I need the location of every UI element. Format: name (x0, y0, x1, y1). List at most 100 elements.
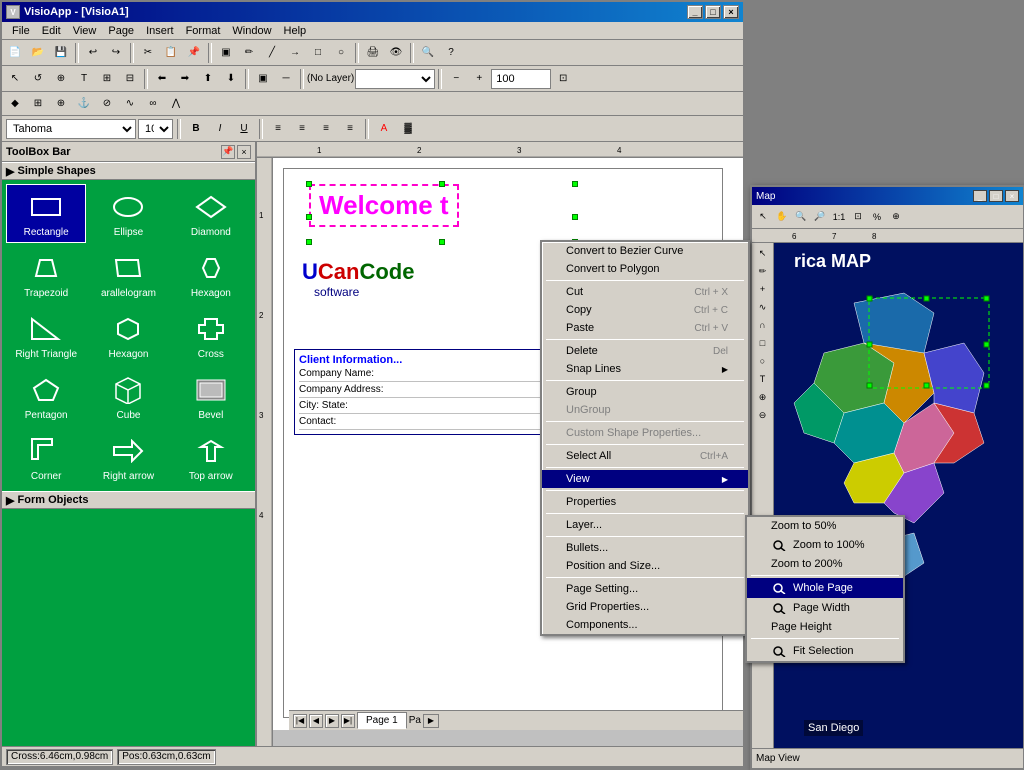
align-right-text-icon[interactable]: ≡ (315, 118, 337, 140)
bold-icon[interactable]: B (185, 118, 207, 140)
group-icon[interactable]: ⊞ (96, 68, 118, 90)
shape-cube[interactable]: Cube (88, 367, 168, 426)
cm-components[interactable]: Components... (542, 616, 748, 634)
menu-page[interactable]: Page (102, 24, 140, 38)
preview-icon[interactable]: 👁 (385, 42, 407, 64)
page-first-button[interactable]: |◀ (293, 714, 307, 728)
fill-icon[interactable]: ▣ (252, 68, 274, 90)
map-side-pen[interactable]: ✏ (755, 263, 771, 279)
italic-icon[interactable]: I (209, 118, 231, 140)
bezier-icon[interactable]: ∞ (142, 93, 164, 115)
map-side-zoom-out[interactable]: ⊖ (755, 407, 771, 423)
zoom-input[interactable] (491, 69, 551, 89)
shape-trapezoid[interactable]: Trapezoid (6, 245, 86, 304)
map-close-button[interactable]: × (1005, 190, 1019, 202)
rotate-icon[interactable]: ↺ (27, 68, 49, 90)
anchor-icon[interactable]: ⚓ (73, 93, 95, 115)
font-family-select[interactable]: Tahoma (6, 119, 136, 139)
map-side-text[interactable]: T (755, 371, 771, 387)
map-zoom-out-icon[interactable]: 🔎 (811, 208, 829, 226)
handle-tm[interactable] (439, 181, 445, 187)
menu-edit[interactable]: Edit (36, 24, 67, 38)
menu-file[interactable]: File (6, 24, 36, 38)
map-side-plus[interactable]: + (755, 281, 771, 297)
vsm-zoom-50[interactable]: Zoom to 50% (747, 517, 903, 535)
open-icon[interactable]: 📂 (27, 42, 49, 64)
cm-group[interactable]: Group (542, 383, 748, 401)
shape-hexagon1[interactable]: Hexagon (171, 245, 251, 304)
map-maximize-button[interactable]: □ (989, 190, 1003, 202)
line-icon[interactable]: ╱ (261, 42, 283, 64)
font-color-icon[interactable]: A (373, 118, 395, 140)
page-next-button[interactable]: ▶ (325, 714, 339, 728)
cm-properties[interactable]: Properties (542, 493, 748, 511)
handle-bl[interactable] (306, 239, 312, 245)
shape-bevel[interactable]: Bevel (171, 367, 251, 426)
polyline-icon[interactable]: ⋀ (165, 93, 187, 115)
align-left-text-icon[interactable]: ≡ (267, 118, 289, 140)
zoom-in-icon[interactable]: 🔍 (417, 42, 439, 64)
cm-convert-bezier[interactable]: Convert to Bezier Curve (542, 242, 748, 260)
text-icon[interactable]: T (73, 68, 95, 90)
handle-bm[interactable] (439, 239, 445, 245)
map-pointer-icon[interactable]: ↖ (754, 208, 772, 226)
map-side-arc[interactable]: ∩ (755, 317, 771, 333)
highlight-color-icon[interactable]: ▓ (397, 118, 419, 140)
map-zoom-in-icon[interactable]: 🔍 (792, 208, 810, 226)
align-bottom-icon[interactable]: ⬇ (220, 68, 242, 90)
layer-dropdown[interactable] (355, 69, 435, 89)
ungroup-icon[interactable]: ⊟ (119, 68, 141, 90)
zoom-in2-icon[interactable]: + (468, 68, 490, 90)
map-canvas[interactable]: rica MAP (774, 243, 1023, 748)
vsm-zoom-200[interactable]: Zoom to 200% (747, 555, 903, 573)
shape-ellipse[interactable]: Ellipse (88, 184, 168, 243)
font-size-select[interactable]: 10 (138, 119, 173, 139)
align-top-icon[interactable]: ⬆ (197, 68, 219, 90)
cm-convert-polygon[interactable]: Convert to Polygon (542, 260, 748, 278)
draw-icon[interactable]: ✏ (238, 42, 260, 64)
cm-paste[interactable]: Paste Ctrl + V (542, 319, 748, 337)
menu-format[interactable]: Format (180, 24, 227, 38)
print-icon[interactable]: 🖨 (362, 42, 384, 64)
cm-position-size[interactable]: Position and Size... (542, 557, 748, 575)
cm-grid-properties[interactable]: Grid Properties... (542, 598, 748, 616)
align-right-icon[interactable]: ➡ (174, 68, 196, 90)
toolbox-close-button[interactable]: × (237, 145, 251, 159)
connect-icon[interactable]: ⊕ (50, 68, 72, 90)
paste-icon[interactable]: 📌 (183, 42, 205, 64)
cm-page-setting[interactable]: Page Setting... (542, 580, 748, 598)
shape-pentagon[interactable]: Pentagon (6, 367, 86, 426)
justify-text-icon[interactable]: ≡ (339, 118, 361, 140)
map-zoom-actual-icon[interactable]: 1:1 (830, 208, 848, 226)
minimize-button[interactable]: _ (687, 5, 703, 19)
new-icon[interactable]: 📄 (4, 42, 26, 64)
shape-corner[interactable]: Corner (6, 428, 86, 487)
shape-diamond[interactable]: Diamond (171, 184, 251, 243)
shape-icon[interactable]: ◆ (4, 93, 26, 115)
menu-view[interactable]: View (67, 24, 103, 38)
align-left-icon[interactable]: ⬅ (151, 68, 173, 90)
align-center-text-icon[interactable]: ≡ (291, 118, 313, 140)
underline-icon[interactable]: U (233, 118, 255, 140)
map-side-pointer[interactable]: ↖ (755, 245, 771, 261)
shape-top-arrow[interactable]: Top arrow (171, 428, 251, 487)
path-icon[interactable]: ⊘ (96, 93, 118, 115)
map-pan-icon[interactable]: ✋ (773, 208, 791, 226)
vsm-fit-selection[interactable]: Fit Selection (747, 641, 903, 661)
welcome-text-box[interactable]: Welcome t (309, 184, 459, 227)
redo-icon[interactable]: ↪ (105, 42, 127, 64)
rect-icon[interactable]: □ (307, 42, 329, 64)
vsm-zoom-100[interactable]: Zoom to 100% (747, 535, 903, 555)
cm-delete[interactable]: Delete Del (542, 342, 748, 360)
map-minimize-button[interactable]: _ (973, 190, 987, 202)
shape-rectangle[interactable]: Rectangle (6, 184, 86, 243)
shape-right-triangle[interactable]: Right Triangle (6, 306, 86, 365)
ellipse-icon[interactable]: ○ (330, 42, 352, 64)
scroll-right-button[interactable]: ▶ (423, 714, 439, 728)
help-icon[interactable]: ? (440, 42, 462, 64)
cm-select-all[interactable]: Select All Ctrl+A (542, 447, 748, 465)
handle-mr[interactable] (572, 214, 578, 220)
zoom-out2-icon[interactable]: − (445, 68, 467, 90)
arrow-icon[interactable]: → (284, 42, 306, 64)
cm-copy[interactable]: Copy Ctrl + C (542, 301, 748, 319)
